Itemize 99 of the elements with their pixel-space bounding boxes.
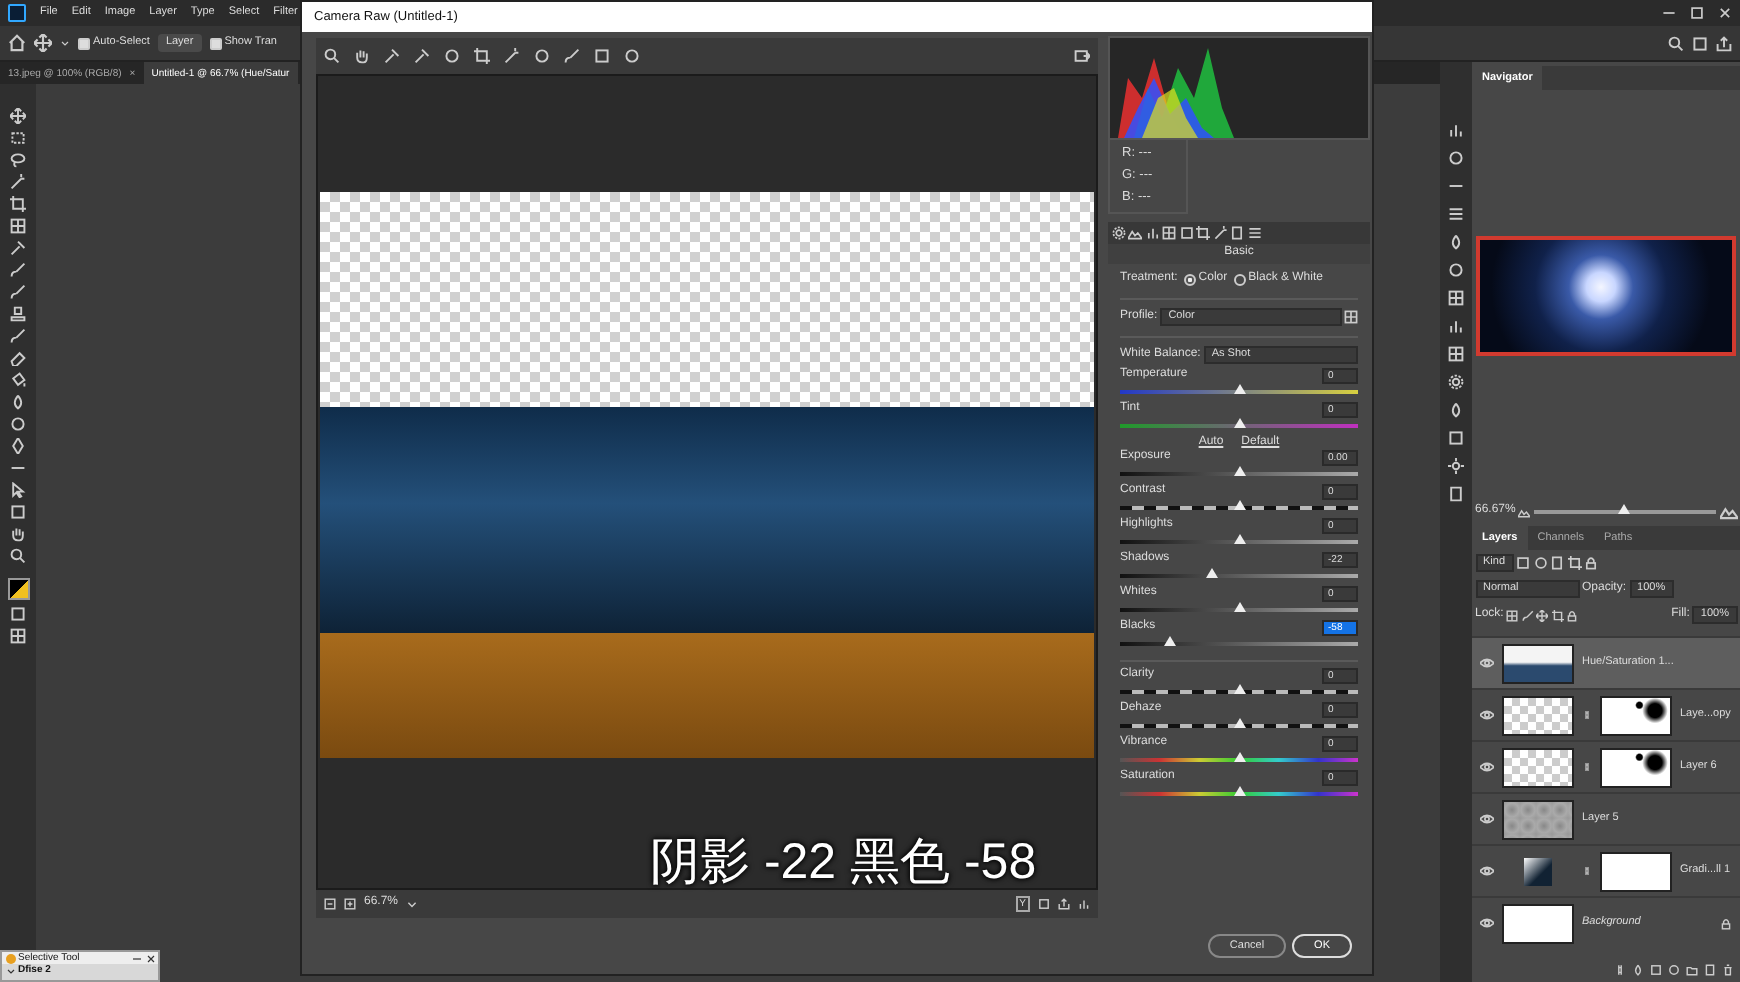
hand-tool-icon[interactable]: [10, 526, 26, 542]
marquee-tool-icon[interactable]: [10, 130, 26, 146]
zoom-tool-icon[interactable]: [10, 548, 26, 564]
wand-tool-icon[interactable]: [10, 174, 26, 190]
visibility-eye-icon[interactable]: [1480, 656, 1494, 670]
color-swatches-icon[interactable]: [7, 578, 29, 600]
slider-track[interactable]: [1120, 757, 1358, 762]
slider-track[interactable]: [1120, 471, 1358, 476]
lock-position-icon[interactable]: [1536, 609, 1549, 621]
radio-button[interactable]: [1183, 273, 1196, 285]
slider-track[interactable]: [1120, 723, 1358, 728]
slider-thumb[interactable]: [1233, 533, 1245, 544]
slider-thumb[interactable]: [1206, 567, 1219, 578]
layer-thumbnail: [1502, 643, 1574, 683]
slider-thumb[interactable]: [1233, 785, 1245, 796]
slider-thumb[interactable]: [1233, 601, 1245, 612]
stamp-tool-icon[interactable]: [10, 306, 26, 322]
bucket-tool-icon[interactable]: [10, 372, 26, 388]
visibility-eye-icon[interactable]: [1480, 760, 1494, 774]
zoom-out-button[interactable]: [324, 898, 336, 910]
profile-browser-icon[interactable]: [1344, 310, 1358, 324]
slider-track[interactable]: [1120, 689, 1358, 694]
zoom-in-button[interactable]: [344, 898, 356, 910]
histogram-drawing: [1118, 48, 1234, 138]
slider-track[interactable]: [1120, 539, 1358, 544]
chain-link-icon[interactable]: [1582, 866, 1592, 876]
move-tool-icon[interactable]: [10, 108, 26, 124]
radio-button[interactable]: [1233, 273, 1246, 285]
restore-icon[interactable]: [1690, 6, 1704, 20]
new-group-icon[interactable]: [1686, 964, 1698, 976]
chain-link-icon[interactable]: [1582, 762, 1592, 772]
visibility-eye-icon[interactable]: [1480, 916, 1494, 930]
slider-track[interactable]: [1120, 607, 1358, 612]
adjustment-brush-icon[interactable]: [564, 48, 580, 64]
path-select-icon[interactable]: [10, 482, 26, 498]
eraser-tool-icon[interactable]: [10, 350, 26, 366]
slider-thumb[interactable]: [1233, 499, 1245, 510]
layer-thumbnail: [1502, 799, 1574, 839]
minimize-icon[interactable]: [132, 953, 142, 963]
visibility-eye-icon[interactable]: [1480, 812, 1494, 826]
lasso-tool-icon[interactable]: [10, 152, 26, 168]
slider-track[interactable]: [1120, 505, 1358, 510]
slider-thumb[interactable]: [1233, 717, 1245, 728]
radial-filter-icon[interactable]: [624, 48, 640, 64]
small-mountain-icon[interactable]: [1518, 505, 1531, 517]
home-icon[interactable]: [8, 34, 26, 52]
hsl-tab-icon[interactable]: [1162, 226, 1176, 240]
crop-tool-icon[interactable]: [10, 196, 26, 212]
slider-thumb[interactable]: [1163, 635, 1176, 646]
caret-icon[interactable]: [5, 965, 15, 975]
slider-thumb[interactable]: [1233, 683, 1245, 694]
zoom-tool-icon[interactable]: [324, 48, 340, 64]
slider-track[interactable]: [1120, 791, 1358, 796]
visibility-eye-icon[interactable]: [1480, 708, 1494, 722]
eyedropper-icon[interactable]: [384, 48, 400, 64]
tone-curve-tab-icon[interactable]: [1128, 226, 1142, 240]
chain-link-icon[interactable]: [1582, 710, 1592, 720]
minimize-icon[interactable]: [1662, 6, 1676, 20]
lock-all-icon[interactable]: [1566, 609, 1579, 621]
large-mountain-icon[interactable]: [1719, 502, 1737, 520]
slider-thumb[interactable]: [1233, 751, 1245, 762]
lens-tab-icon[interactable]: [1196, 226, 1210, 240]
fullscreen-icon[interactable]: [1074, 48, 1090, 64]
hand-tool-icon[interactable]: [354, 48, 370, 64]
mask-thumbnail: [1600, 747, 1672, 787]
zoom-dropdown-icon[interactable]: [406, 898, 419, 910]
crop-tool-icon[interactable]: [474, 48, 490, 64]
layer-thumbnail: [1502, 903, 1574, 943]
show-transform-checkbox[interactable]: [209, 37, 222, 49]
mask-thumbnail: [1600, 695, 1672, 735]
search-icon[interactable]: [1668, 35, 1684, 51]
video-caption: 阴影 -22 黑色 -58: [650, 836, 1037, 891]
share-icon[interactable]: [1716, 35, 1732, 51]
pen-tool-icon[interactable]: [10, 438, 26, 454]
brush-tool-icon[interactable]: [10, 284, 26, 300]
circle-icon[interactable]: [534, 48, 550, 64]
slider-thumb[interactable]: [1233, 465, 1245, 476]
slider-track[interactable]: [1120, 573, 1358, 578]
layer-thumbnail: [1502, 695, 1574, 735]
mask-thumbnail: [1600, 851, 1672, 891]
blur-tool-icon[interactable]: [10, 394, 26, 410]
presets-tab-icon[interactable]: [1247, 226, 1261, 240]
auto-select-checkbox[interactable]: [78, 37, 90, 49]
zoom-slider-thumb[interactable]: [1618, 503, 1631, 513]
eyedropper-tool-icon[interactable]: [10, 240, 26, 256]
close-icon[interactable]: [145, 953, 155, 963]
shape-tool-icon[interactable]: [10, 504, 26, 520]
move-icon[interactable]: [34, 34, 52, 52]
layer-thumbnail: [1502, 747, 1574, 787]
slider-track[interactable]: [1120, 641, 1358, 646]
app-logo-icon: [8, 4, 26, 22]
lock-icon[interactable]: [1720, 917, 1732, 929]
delete-icon[interactable]: [1722, 964, 1734, 976]
app-icon: [5, 953, 15, 963]
slider-thumb[interactable]: [1233, 383, 1245, 393]
swatches-icon[interactable]: [1448, 290, 1464, 306]
layer-thumbnail: [1524, 857, 1552, 885]
slider-thumb[interactable]: [1233, 417, 1245, 427]
visibility-eye-icon[interactable]: [1480, 864, 1494, 878]
